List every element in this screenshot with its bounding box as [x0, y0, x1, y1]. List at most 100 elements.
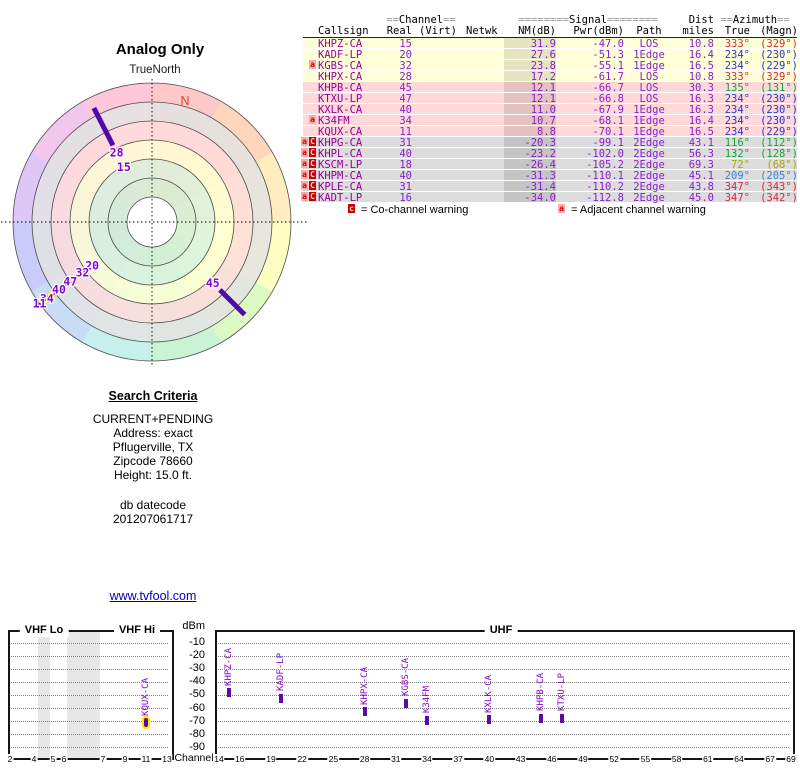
channel-tick-label: 58: [670, 754, 683, 764]
db-datecode-value: 201207061717: [112, 512, 194, 526]
cell-miles: 16.4: [688, 48, 714, 61]
cell-pwr: -112.8: [586, 191, 624, 204]
cell-nm: -34.0: [524, 191, 556, 204]
co-channel-warning-icon: C: [309, 137, 316, 146]
cell-path: 1Edge: [633, 125, 665, 138]
cell-nm: 12.1: [530, 92, 556, 105]
channel-tick-label: 6: [60, 754, 68, 764]
adjacent-channel-warning-icon: a: [301, 159, 308, 168]
column-header-true_az: True: [724, 25, 750, 37]
gridline: [218, 721, 789, 723]
channel-tick-label: 67: [764, 754, 776, 764]
cell-path: LOS: [639, 92, 659, 105]
legend-co-channel: c: [347, 204, 355, 222]
cell-magn: (329°): [760, 37, 798, 50]
cell-real: 40: [399, 103, 412, 116]
adjacent-channel-warning-icon: a: [301, 170, 308, 179]
adjacent-channel-warning-icon: a: [301, 192, 308, 201]
cell-true_az: 333°: [724, 70, 750, 83]
cell-nm: 8.8: [537, 125, 556, 138]
cell-path: 2Edge: [633, 180, 665, 193]
co-channel-warning-icon: C: [309, 170, 316, 179]
signal-marker: [404, 698, 409, 708]
cell-path: 2Edge: [633, 169, 665, 182]
search-criteria-block: Search Criteria CURRENT+PENDING Address: …: [22, 389, 284, 526]
cell-callsign: KTXU-LP: [318, 92, 363, 105]
header-group-channel: ==Channel==: [382, 15, 460, 26]
search-criteria-line: Pflugerville, TX: [112, 440, 194, 454]
signal-marker-label: K34FM: [422, 686, 432, 714]
cell-callsign: KHPL-CA: [318, 147, 363, 160]
cell-path: 1Edge: [633, 114, 665, 127]
channel-tick-label: 9: [121, 754, 129, 764]
cell-callsign: KSCM-LP: [318, 158, 363, 171]
cell-miles: 16.5: [688, 125, 714, 138]
channel-tick-label: 55: [639, 754, 652, 764]
co-channel-warning-icon: C: [309, 181, 316, 190]
cell-miles: 16.3: [688, 103, 714, 116]
gridline: [218, 694, 789, 696]
cell-true_az: 209°: [724, 169, 750, 182]
cell-true_az: 234°: [724, 92, 750, 105]
channel-tick-label: 49: [577, 754, 589, 764]
column-header-pwr: Pwr(dBm): [573, 25, 624, 37]
cell-path: LOS: [639, 37, 659, 50]
warning-flags: aC: [298, 137, 316, 147]
channel-tick-label: 40: [483, 754, 496, 764]
cell-miles: 69.3: [688, 158, 714, 171]
north-letter: N: [180, 94, 189, 108]
signal-marker: [279, 693, 284, 703]
cell-nm: 27.6: [530, 48, 556, 61]
channel-tick-label: 4: [30, 754, 38, 764]
cell-callsign: KADT-LP: [318, 191, 363, 204]
signal-marker-label: KHPB-CA: [536, 673, 547, 712]
gridline: [218, 668, 789, 670]
signal-marker: [539, 713, 544, 723]
cell-real: 34: [399, 114, 412, 127]
radar-title: Analog Only: [115, 41, 205, 58]
cell-real: 40: [399, 169, 412, 182]
channel-tick-label: 13: [161, 754, 173, 764]
cell-nm: 11.0: [530, 103, 556, 116]
cell-pwr: -66.8: [592, 92, 624, 105]
adjacent-channel-warning-icon: a: [309, 115, 316, 124]
cell-pwr: -47.0: [592, 37, 624, 50]
cell-magn: (230°): [760, 48, 798, 61]
cell-callsign: KGBS-CA: [318, 59, 363, 72]
cell-magn: (68°): [766, 158, 798, 171]
dbm-tick-label: -50: [189, 688, 205, 701]
channel-tick-label: 69: [785, 754, 797, 764]
search-criteria-line: Zipcode 78660: [113, 454, 193, 468]
cell-magn: (205°): [760, 169, 798, 182]
cell-miles: 45.1: [688, 169, 714, 182]
radar-north-axis-label: TrueNorth: [129, 64, 181, 76]
warning-flags: aC: [298, 170, 316, 180]
warning-flags: aC: [298, 148, 316, 158]
cell-magn: (131°): [760, 81, 798, 94]
vhf-hi-label: VHF Hi: [113, 624, 161, 637]
cell-pwr: -51.3: [592, 48, 624, 61]
column-header-virt: (Virt): [419, 25, 457, 37]
channel-label: 45: [206, 276, 220, 290]
cell-true_az: 116°: [724, 136, 750, 149]
cell-magn: (229°): [760, 59, 798, 72]
cell-callsign: KHPZ-CA: [318, 37, 363, 50]
cell-nm: -26.4: [524, 158, 556, 171]
gridline: [218, 708, 789, 709]
cell-real: 40: [399, 147, 412, 160]
channel-label: 40: [52, 283, 66, 297]
tvfool-link[interactable]: www.tvfool.com: [110, 589, 197, 603]
channel-label: 11: [33, 297, 47, 311]
signal-marker-label: KQUX-CA: [141, 677, 151, 716]
column-header-magn: (Magn): [760, 25, 798, 37]
cell-pwr: -55.1: [592, 59, 624, 72]
cell-magn: (229°): [760, 125, 798, 138]
cell-true_az: 333°: [724, 37, 750, 50]
cell-callsign: KHPM-CA: [318, 169, 363, 182]
gridline: [11, 642, 168, 644]
signal-marker-label: KGBS-CA: [401, 658, 412, 697]
cell-pwr: -61.7: [592, 70, 624, 83]
cell-pwr: -68.1: [592, 114, 624, 127]
cell-path: 2Edge: [633, 191, 665, 204]
cell-true_az: 135°: [724, 81, 750, 94]
